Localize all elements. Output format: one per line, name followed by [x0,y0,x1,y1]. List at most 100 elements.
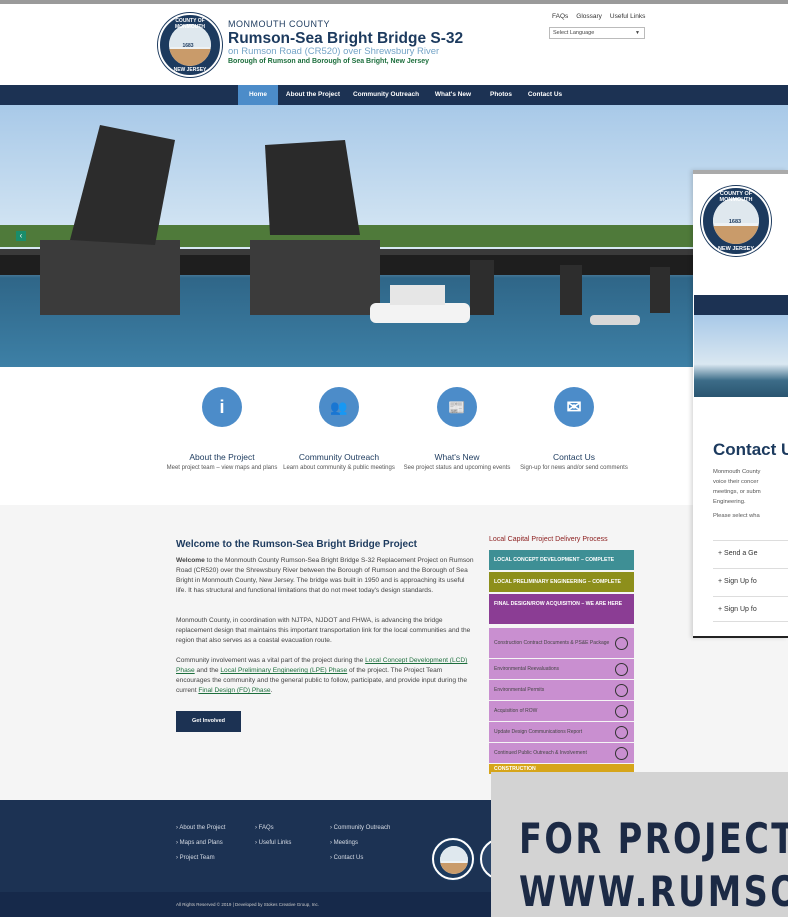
footer-link-label: Meetings [333,840,359,846]
stage-lpe: LOCAL PRELIMINARY ENGINEERING – COMPLETE [489,572,634,592]
footer-link-label: FAQs [258,825,274,831]
footer-county-seal [432,838,474,880]
footer-link-label: Useful Links [258,840,292,846]
nav-community-outreach[interactable]: Community Outreach [348,85,424,105]
lpe-phase-link[interactable]: Local Preliminary Engineering (LPE) Phas… [220,667,347,674]
bridge-photo [0,125,788,325]
footer-link-label: Maps and Plans [179,840,223,846]
task-label: Acquisition of ROW [494,708,538,714]
footer-link-label: About the Project [179,825,226,831]
welcome-paragraph-2: Monmouth County, in coordination with NJ… [176,617,471,644]
welcome-paragraph-1: Welcome to the Monmouth County Rumson-Se… [176,556,474,596]
circle-icon [615,662,628,676]
p3-text-a: Community involvement was a vital part o… [176,657,366,664]
task-row: Environmental Permits [489,680,634,700]
circle-icon [615,683,628,697]
welcome-bold: Welcome [176,557,205,564]
task-row: Continued Public Outreach & Involvement [489,743,634,763]
glossary-link[interactable]: Glossary [576,13,602,20]
circle-icon [615,725,628,739]
task-row: Update Design Communications Report [489,722,634,742]
chevron-down-icon: ▼ [635,30,640,36]
footer-link-label: Project Team [179,855,215,861]
seal-top-text: COUNTY OF MONMOUTH [175,18,205,30]
copyright-text: All Rights Reserved © 2019 | Developed b… [176,902,320,907]
language-select[interactable]: Select Language ▼ [549,27,645,39]
popup-text-line: voice their concer [713,479,759,485]
popup-contact-title: Contact Us [713,440,788,459]
feature-news-title[interactable]: What's New [397,452,517,462]
accordion-sign-up-2[interactable]: + Sign Up fo [713,596,788,622]
seal-year: 1683 [728,219,742,225]
p3-text-d: . [270,687,273,694]
envelope-icon[interactable]: ✉ [554,387,594,427]
faqs-link[interactable]: FAQs [552,13,568,20]
feature-outreach-title[interactable]: Community Outreach [279,452,399,462]
lcp-title: Local Capital Project Delivery Process [489,536,608,543]
footer-link-contact[interactable]: › Contact Us [330,855,363,861]
accordion-sign-up-1[interactable]: + Sign Up fo [713,568,788,594]
task-label: Update Design Communications Report [494,729,583,735]
feature-news-desc: See project status and upcoming events [403,465,511,471]
hero-slider[interactable] [0,105,788,367]
slider-prev-button[interactable]: ‹ [16,231,26,241]
footer-link-outreach[interactable]: › Community Outreach [330,825,390,831]
popup-description: Monmouth County voice their concer meeti… [713,467,788,521]
p3-text-b: and the [194,667,221,674]
popup-text-line: Engineering. [713,499,746,505]
nav-whats-new[interactable]: What's New [426,85,480,105]
circle-icon [615,636,628,650]
footer-link-label: Contact Us [333,855,364,861]
people-icon[interactable]: 👥 [319,387,359,427]
nav-home[interactable]: Home [238,85,278,105]
popup-nav [694,295,788,315]
footer-link-useful[interactable]: › Useful Links [255,840,291,846]
fd-phase-link[interactable]: Final Design (FD) Phase [198,687,270,694]
accordion-send-general[interactable]: + Send a Ge [713,540,788,566]
county-name: MONMOUTH COUNTY [228,19,330,29]
task-row: Environmental Reevaluations [489,659,634,679]
seal-year: 1683 [182,43,194,49]
nav-about-the-project[interactable]: About the Project [280,85,346,105]
stage-final-design: FINAL DESIGN/ROW ACQUISITION – WE ARE HE… [489,594,634,624]
feature-about-desc: Meet project team – view maps and plans [166,465,278,471]
circle-icon [615,704,628,718]
site-subtitle: on Rumson Road (CR520) over Shrewsbury R… [228,46,440,57]
info-icon[interactable]: i [202,387,242,427]
popup-bridge-photo [694,315,788,397]
popup-county-seal: COUNTY OF MONMOUTH 1683 NEW JERSEY [701,186,771,256]
task-row: Acquisition of ROW [489,701,634,721]
feature-contact-title[interactable]: Contact Us [514,452,634,462]
get-involved-button[interactable]: Get Involved [176,711,241,732]
language-select-value: Select Language [553,30,595,36]
footer-link-faqs[interactable]: › FAQs [255,825,274,831]
features-row [0,367,788,505]
seal-bottom-text: NEW JERSEY [717,246,755,252]
circle-icon [615,746,628,760]
task-row: Construction Contract Documents & PS&E P… [489,628,634,658]
project-info-banner: FOR PROJECT I WWW.RUMSO [491,772,788,917]
footer-link-about[interactable]: › About the Project [176,825,225,831]
nav-photos[interactable]: Photos [482,85,520,105]
seal-top-text: COUNTY OF MONMOUTH [719,191,753,203]
welcome-p1-text: to the Monmouth County Rumson-Sea Bright… [176,557,474,594]
popup-select-prompt: Please select wha [713,513,760,519]
welcome-paragraph-3: Community involvement was a vital part o… [176,656,474,696]
popup-text-line: meetings, or subm [713,489,761,495]
feature-outreach-desc: Learn about community & public meetings [283,465,395,471]
banner-line-1: FOR PROJECT I [519,814,788,863]
footer-link-meetings[interactable]: › Meetings [330,840,358,846]
footer-link-label: Community Outreach [333,825,391,831]
nav-contact-us[interactable]: Contact Us [522,85,568,105]
seal-bottom-text: NEW JERSEY [173,67,207,73]
popup-text-line: Monmouth County [713,469,761,475]
useful-links-link[interactable]: Useful Links [610,13,645,20]
footer-link-team[interactable]: › Project Team [176,855,215,861]
footer-link-maps[interactable]: › Maps and Plans [176,840,223,846]
task-label: Environmental Reevaluations [494,666,560,672]
feature-about-title[interactable]: About the Project [162,452,282,462]
newspaper-icon[interactable]: 📰 [437,387,477,427]
county-seal-logo[interactable]: COUNTY OF MONMOUTH 1683 NEW JERSEY [158,13,222,77]
stage-lcd: LOCAL CONCEPT DEVELOPMENT – COMPLETE [489,550,634,570]
feature-contact-desc: Sign-up for news and/or send comments [520,465,628,471]
